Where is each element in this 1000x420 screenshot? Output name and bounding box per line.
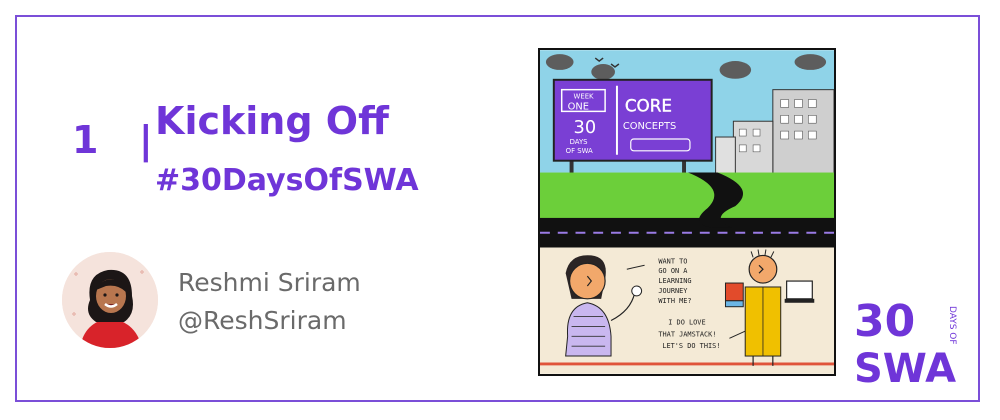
billboard: WEEK ONE 30 DAYS OF SWA CORE CONCEPTS: [552, 78, 713, 175]
billboard-core: CORE: [625, 95, 672, 115]
avatar-illustration: [62, 252, 158, 348]
speech-1-line-1: WANT TO: [658, 257, 687, 265]
30-days-of-swa-logo: 30 DAYS OF SWA: [854, 296, 957, 388]
comic-illustration: WEEK ONE 30 DAYS OF SWA CORE CONCEPTS WA…: [538, 48, 836, 376]
day-number: 1 |: [72, 118, 153, 162]
billboard-of-swa: OF SWA: [566, 147, 593, 155]
hashtag: #30DaysOfSWA: [155, 163, 419, 198]
speech-2-line-1: I DO LOVE: [668, 318, 705, 326]
speech-1-line-2: GO ON A: [658, 267, 688, 275]
billboard-concepts: CONCEPTS: [623, 121, 676, 132]
speech-1-line-4: JOURNEY: [658, 287, 688, 295]
logo-days-of: DAYS OF: [947, 306, 957, 345]
billboard-days: DAYS: [570, 138, 588, 146]
author-name: Reshmi Sriram: [178, 268, 361, 297]
logo-swa: SWA: [854, 346, 956, 388]
avatar: [62, 252, 158, 348]
page-title: Kicking Off: [155, 99, 389, 143]
day-separator: |: [138, 118, 153, 162]
speech-1-line-5: WITH ME?: [658, 297, 691, 305]
speech-2-line-3: LET'S DO THIS!: [662, 342, 720, 350]
day-number-value: 1: [72, 118, 99, 162]
speech-2-line-2: THAT JAMSTACK!: [658, 330, 716, 338]
billboard-week-label: WEEK: [574, 93, 595, 101]
logo-30: 30: [854, 296, 915, 347]
speech-1-line-3: LEARNING: [658, 277, 691, 285]
billboard-num: 30: [574, 118, 597, 138]
author-handle: @ReshSriram: [178, 306, 347, 335]
billboard-week-value: ONE: [568, 101, 589, 112]
